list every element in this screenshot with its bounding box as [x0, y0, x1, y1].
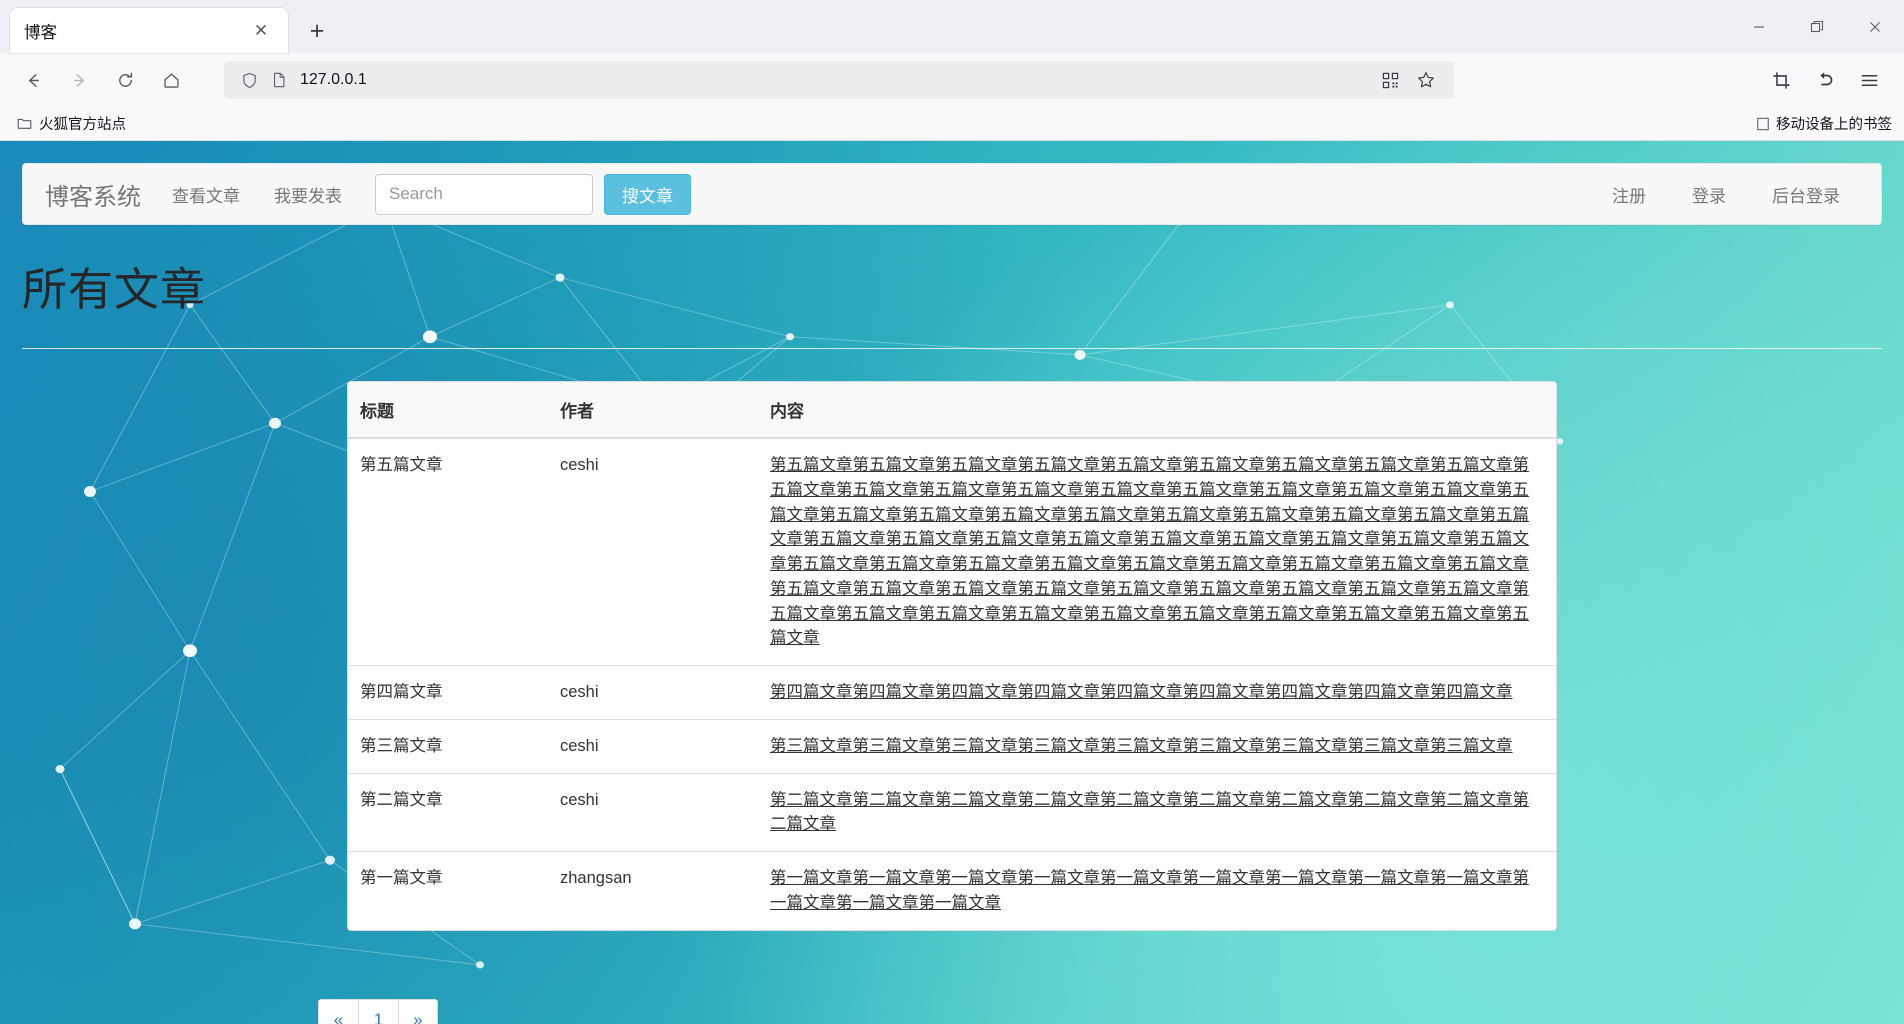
article-content-link[interactable]: 第二篇文章第二篇文章第二篇文章第二篇文章第二篇文章第二篇文章第二篇文章第二篇文章… [770, 788, 1544, 838]
cell-author: zhangsan [548, 851, 758, 930]
nav-link-publish[interactable]: 我要发表 [257, 182, 359, 207]
search-button[interactable]: 搜文章 [604, 173, 691, 215]
browser-window: 博客 ✕ + 127.0.0.1 火狐官方站点 移动设备上的书签 博客系统 查看… [0, 0, 1904, 1024]
article-content-link[interactable]: 第一篇文章第一篇文章第一篇文章第一篇文章第一篇文章第一篇文章第一篇文章第一篇文章… [770, 866, 1544, 916]
bookmark-item-firefox-official[interactable]: 火狐官方站点 [10, 110, 133, 137]
cell-author: ceshi [548, 772, 758, 852]
qr-icon[interactable] [1372, 72, 1408, 89]
page-icon[interactable] [264, 72, 294, 88]
window-controls [1730, 0, 1904, 53]
column-header-title: 标题 [348, 382, 548, 439]
shield-icon[interactable] [234, 72, 264, 89]
tab-strip: 博客 ✕ + [0, 0, 1904, 53]
articles-panel: 标题 作者 内容 第五篇文章 ceshi 第五篇文章第五篇文章第五篇文章第五篇文… [347, 381, 1557, 931]
site-brand[interactable]: 博客系统 [41, 177, 155, 212]
search-input[interactable] [375, 173, 593, 215]
cell-title: 第四篇文章 [348, 665, 548, 720]
close-icon[interactable]: ✕ [248, 18, 274, 44]
cell-content: 第四篇文章第四篇文章第四篇文章第四篇文章第四篇文章第四篇文章第四篇文章第四篇文章… [758, 665, 1556, 720]
table-row[interactable]: 第二篇文章 ceshi 第二篇文章第二篇文章第二篇文章第二篇文章第二篇文章第二篇… [348, 772, 1556, 852]
back-icon[interactable] [12, 61, 54, 99]
table-row[interactable]: 第一篇文章 zhangsan 第一篇文章第一篇文章第一篇文章第一篇文章第一篇文章… [348, 851, 1556, 930]
new-tab-button[interactable]: + [298, 12, 336, 50]
cell-content: 第五篇文章第五篇文章第五篇文章第五篇文章第五篇文章第五篇文章第五篇文章第五篇文章… [758, 438, 1556, 666]
browser-tab[interactable]: 博客 ✕ [10, 8, 288, 53]
cell-title: 第三篇文章 [348, 718, 548, 773]
url-text: 127.0.0.1 [300, 71, 367, 88]
site-navbar: 博客系统 查看文章 我要发表 搜文章 注册 登录 后台登录 [22, 163, 1882, 225]
pagination-next[interactable]: » [398, 998, 438, 1024]
cell-title: 第五篇文章 [360, 456, 443, 474]
table-header-row: 标题 作者 内容 [348, 382, 1556, 439]
bookmarks-bar: 火狐官方站点 移动设备上的书签 [0, 107, 1904, 141]
column-header-content: 内容 [758, 382, 1556, 439]
nav-link-admin-login[interactable]: 后台登录 [1749, 182, 1863, 207]
table-body: 第五篇文章 ceshi 第五篇文章第五篇文章第五篇文章第五篇文章第五篇文章第五篇… [348, 438, 1556, 930]
page-header: 所有文章 [0, 225, 1904, 349]
table-row[interactable]: 第三篇文章 ceshi 第三篇文章第三篇文章第三篇文章第三篇文章第三篇文章第三篇… [348, 718, 1556, 773]
table-row[interactable]: 第四篇文章 ceshi 第四篇文章第四篇文章第四篇文章第四篇文章第四篇文章第四篇… [348, 665, 1556, 720]
page-viewport: 博客系统 查看文章 我要发表 搜文章 注册 登录 后台登录 所有文章 标题 [0, 141, 1904, 1024]
pagination: « 1 » [318, 998, 438, 1024]
bookmark-label: 移动设备上的书签 [1776, 117, 1892, 133]
reload-icon[interactable] [104, 61, 146, 99]
url-bar[interactable]: 127.0.0.1 [224, 61, 1454, 99]
cell-title: 第一篇文章 [348, 851, 548, 930]
content-area: 标题 作者 内容 第五篇文章 ceshi 第五篇文章第五篇文章第五篇文章第五篇文… [0, 349, 1904, 1024]
minimize-icon[interactable] [1730, 0, 1788, 53]
site-navbar-right: 注册 登录 后台登录 [1589, 182, 1863, 207]
article-content-link[interactable]: 第三篇文章第三篇文章第三篇文章第三篇文章第三篇文章第三篇文章第三篇文章第三篇文章… [770, 734, 1544, 759]
nav-link-register[interactable]: 注册 [1589, 182, 1669, 207]
tab-title: 博客 [24, 23, 57, 42]
bookmark-label: 火狐官方站点 [39, 117, 126, 133]
cell-author: ceshi [548, 718, 758, 773]
nav-link-login[interactable]: 登录 [1669, 182, 1749, 207]
undo-icon[interactable] [1804, 61, 1846, 99]
cell-content: 第二篇文章第二篇文章第二篇文章第二篇文章第二篇文章第二篇文章第二篇文章第二篇文章… [758, 772, 1556, 852]
pagination-prev[interactable]: « [318, 998, 358, 1024]
article-content-link[interactable]: 第四篇文章第四篇文章第四篇文章第四篇文章第四篇文章第四篇文章第四篇文章第四篇文章… [770, 680, 1544, 705]
table-head: 标题 作者 内容 [348, 382, 1556, 439]
star-icon[interactable] [1408, 71, 1444, 89]
browser-toolbar: 127.0.0.1 [0, 53, 1904, 107]
nav-link-view-articles[interactable]: 查看文章 [155, 182, 257, 207]
toolbar-right-actions [1760, 61, 1892, 99]
page-title: 所有文章 [22, 264, 207, 315]
crop-icon[interactable] [1760, 61, 1802, 99]
article-content-link[interactable]: 第五篇文章第五篇文章第五篇文章第五篇文章第五篇文章第五篇文章第五篇文章第五篇文章… [770, 453, 1544, 651]
articles-table: 标题 作者 内容 第五篇文章 ceshi 第五篇文章第五篇文章第五篇文章第五篇文… [348, 382, 1556, 930]
restore-icon[interactable] [1788, 0, 1846, 53]
bookmark-item-mobile[interactable]: 移动设备上的书签 [1756, 113, 1894, 134]
cell-content: 第三篇文章第三篇文章第三篇文章第三篇文章第三篇文章第三篇文章第三篇文章第三篇文章… [758, 718, 1556, 773]
url-bar-actions [1372, 71, 1444, 89]
hamburger-icon[interactable] [1848, 61, 1890, 99]
table-row[interactable]: 第五篇文章 ceshi 第五篇文章第五篇文章第五篇文章第五篇文章第五篇文章第五篇… [348, 438, 1556, 666]
cell-content: 第一篇文章第一篇文章第一篇文章第一篇文章第一篇文章第一篇文章第一篇文章第一篇文章… [758, 851, 1556, 930]
close-window-icon[interactable] [1846, 0, 1904, 53]
forward-icon[interactable] [58, 61, 100, 99]
home-icon[interactable] [150, 61, 192, 99]
column-header-author: 作者 [548, 382, 758, 439]
cell-title: 第二篇文章 [348, 772, 548, 852]
cell-author: ceshi [560, 456, 599, 474]
pagination-page-1[interactable]: 1 [358, 998, 398, 1024]
cell-author: ceshi [548, 665, 758, 720]
